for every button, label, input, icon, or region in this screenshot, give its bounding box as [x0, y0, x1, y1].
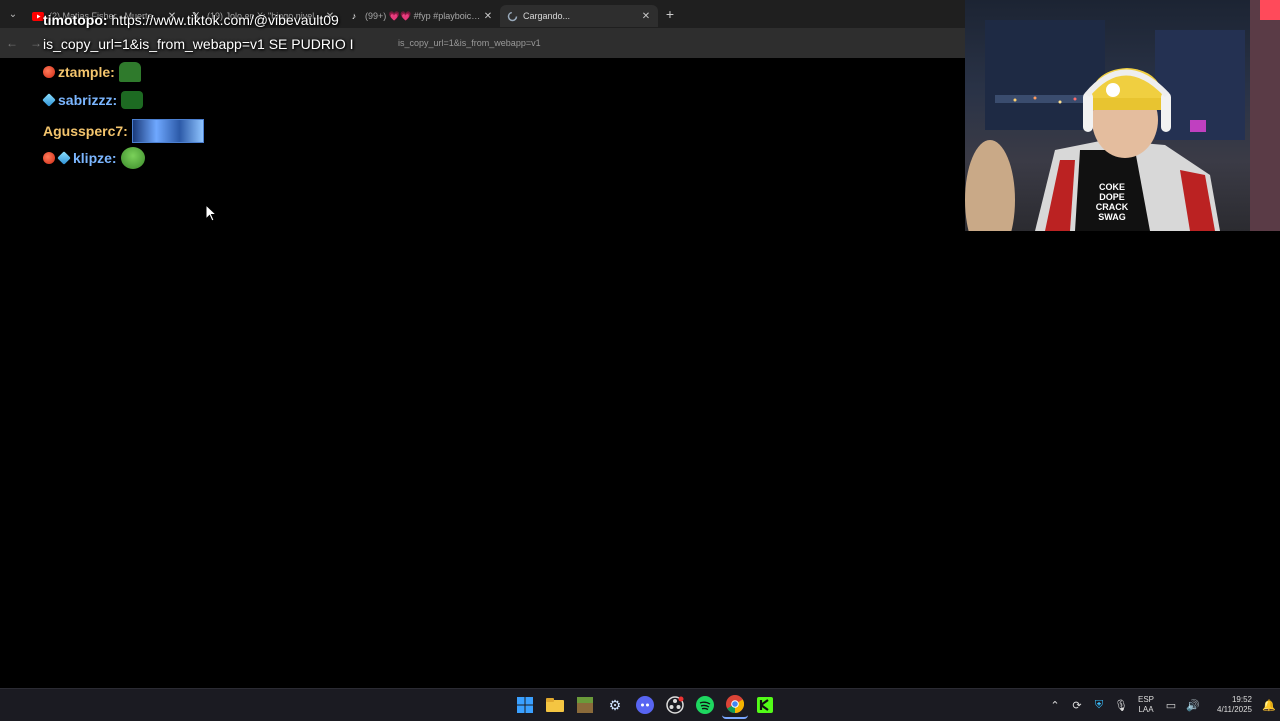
svg-text:DOPE: DOPE [1099, 192, 1125, 202]
chat-username: ztample: [58, 64, 115, 80]
microphone-icon[interactable]: 🎙 [1110, 699, 1132, 712]
emote-icon [120, 147, 145, 169]
back-arrow-icon[interactable]: ← [0, 36, 24, 50]
kick-icon[interactable] [752, 692, 778, 718]
tab-title: Cargando... [523, 11, 571, 21]
chat-message: Agussperc7: [43, 119, 204, 143]
tab-search-chevron-icon[interactable]: ⌄ [0, 0, 26, 28]
language-indicator[interactable]: ESP LAA [1132, 695, 1160, 715]
overlay-message-line-1: timotopo: https://www.tiktok.com/@vibeva… [43, 12, 339, 28]
sync-icon[interactable]: ⟳ [1066, 699, 1088, 712]
address-url: is_copy_url=1&is_from_webapp=v1 [398, 38, 541, 48]
file-explorer-icon[interactable] [542, 692, 568, 718]
language-code: ESP [1137, 695, 1154, 704]
chrome-icon[interactable] [722, 691, 748, 719]
overlay-text-1: https://www.tiktok.com/@vibevault09 [111, 12, 339, 28]
chat-message: sabrizzz: [42, 91, 144, 109]
security-shield-icon[interactable]: ⛨ [1088, 699, 1110, 712]
notification-bell-icon[interactable]: 🔔 [1258, 699, 1280, 712]
tab-loading[interactable]: Cargando... ✕ [500, 5, 658, 27]
tiktok-icon: ♪ [351, 11, 357, 21]
chat-message: ztample: [43, 62, 141, 82]
chat-message: klipze: [43, 147, 145, 169]
tab-tiktok[interactable]: ♪ (99+) 💗💗 #fyp #playboicarti ✕ [342, 5, 500, 27]
overlay-message-line-2: is_copy_url=1&is_from_webapp=v1 SE PUDRI… [43, 36, 353, 52]
network-icon[interactable]: ▭ [1160, 699, 1182, 712]
overlay-text-2: is_copy_url=1&is_from_webapp=v1 SE PUDRI… [43, 36, 354, 52]
chat-username: klipze: [73, 150, 117, 166]
mouse-cursor-icon [205, 204, 217, 222]
new-tab-plus-icon[interactable]: + [658, 6, 682, 22]
emote-icon [118, 62, 141, 82]
taskbar-pinned-apps: ⚙ [510, 689, 780, 721]
emote-icon [121, 91, 144, 109]
chat-username: sabrizzz: [58, 92, 118, 108]
overlay-username: timotopo: [43, 12, 108, 28]
show-hidden-icons-chevron-icon[interactable]: ⌃ [1044, 699, 1066, 712]
tab-close-icon[interactable]: ✕ [482, 11, 494, 22]
windows-start-icon[interactable] [512, 692, 538, 718]
svg-text:COKE: COKE [1099, 182, 1125, 192]
emote-icon [131, 119, 204, 143]
windows-taskbar: ⚙ ⌃ ⟳ ⛨ 🎙 ESP LAA ▭ 🔊 19:52 4/11/2025 🔔 [0, 688, 1280, 721]
obs-icon[interactable] [662, 692, 688, 718]
clock-date: 4/11/2025 [1217, 705, 1252, 714]
steam-icon[interactable]: ⚙ [602, 692, 628, 718]
spotify-icon[interactable] [692, 692, 718, 718]
tab-close-icon[interactable]: ✕ [640, 11, 652, 22]
minecraft-icon[interactable] [572, 692, 598, 718]
svg-text:CRACK: CRACK [1096, 202, 1129, 212]
badge-icon [43, 66, 55, 78]
badge-icon [42, 93, 56, 107]
keyboard-layout: LAA [1138, 705, 1154, 714]
chat-username: Agussperc7: [43, 123, 128, 139]
badge-icon [43, 152, 55, 164]
tab-title: (99+) 💗💗 #fyp #playboicarti [365, 10, 482, 21]
webcam-overlay: COKE DOPE CRACK SWAG [965, 0, 1280, 231]
badge-icon [57, 151, 71, 165]
webcam-image: COKE DOPE CRACK SWAG [965, 0, 1280, 231]
svg-text:SWAG: SWAG [1098, 212, 1126, 222]
discord-icon[interactable] [632, 692, 658, 718]
clock-time: 19:52 [1231, 695, 1252, 704]
clock[interactable]: 19:52 4/11/2025 [1204, 695, 1252, 715]
system-tray: ⌃ ⟳ ⛨ 🎙 ESP LAA ▭ 🔊 19:52 4/11/2025 🔔 [1044, 689, 1280, 721]
volume-icon[interactable]: 🔊 [1182, 699, 1204, 712]
loading-spinner-icon [506, 10, 518, 22]
